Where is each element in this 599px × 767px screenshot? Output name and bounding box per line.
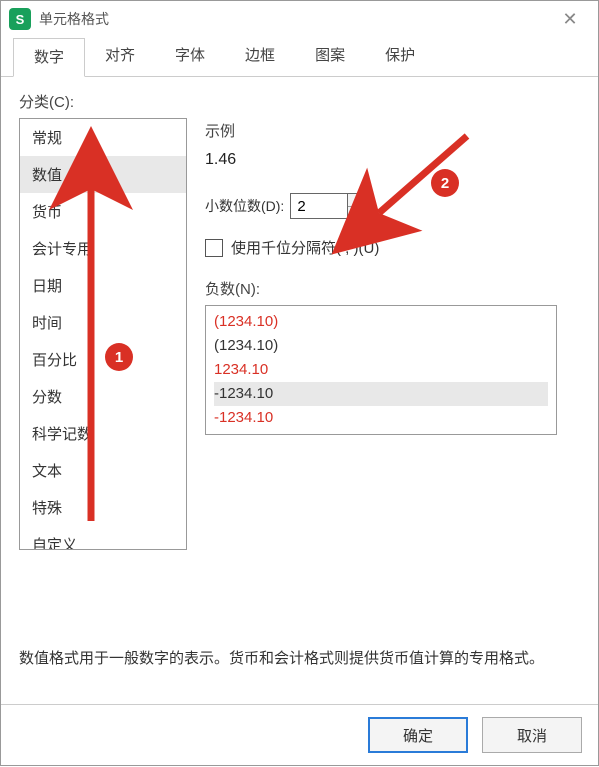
category-list[interactable]: 常规 数值 货币 会计专用 日期 时间 百分比 分数 科学记数 文本 特殊 自定… (19, 118, 187, 550)
tab-font[interactable]: 字体 (155, 37, 225, 76)
category-item-date[interactable]: 日期 (20, 267, 186, 304)
negative-option[interactable]: -1234.10 (214, 406, 548, 430)
negative-label: 负数(N): (205, 278, 580, 299)
category-item-text[interactable]: 文本 (20, 452, 186, 489)
ok-button[interactable]: 确定 (368, 717, 468, 753)
category-item-percent[interactable]: 百分比 (20, 341, 186, 378)
tab-number[interactable]: 数字 (13, 38, 85, 77)
title-bar: S 单元格格式 ✕ (1, 1, 598, 37)
close-icon[interactable]: ✕ (550, 9, 590, 30)
negative-option[interactable]: (1234.10) (214, 310, 548, 334)
tab-pattern[interactable]: 图案 (295, 37, 365, 76)
thousands-separator-label: 使用千位分隔符( , )(U) (231, 237, 379, 258)
dialog-footer: 确定 取消 (1, 704, 598, 765)
category-item-number[interactable]: 数值 (20, 156, 186, 193)
tab-protection[interactable]: 保护 (365, 37, 435, 76)
category-item-scientific[interactable]: 科学记数 (20, 415, 186, 452)
category-item-fraction[interactable]: 分数 (20, 378, 186, 415)
thousands-separator-checkbox[interactable]: 使用千位分隔符( , )(U) (205, 237, 580, 258)
negative-option[interactable]: 1234.10 (214, 358, 548, 382)
category-item-custom[interactable]: 自定义 (20, 526, 186, 550)
dialog-body: 分类(C): 常规 数值 货币 会计专用 日期 时间 百分比 分数 科学记数 文… (1, 77, 598, 693)
cancel-button[interactable]: 取消 (482, 717, 582, 753)
settings-pane: 示例 1.46 小数位数(D): ▲ ▼ 使用千位分隔符( , )(U) 负数(… (205, 118, 580, 550)
tab-bar: 数字 对齐 字体 边框 图案 保护 (1, 37, 598, 77)
category-label: 分类(C): (19, 91, 580, 112)
category-item-time[interactable]: 时间 (20, 304, 186, 341)
app-icon: S (9, 8, 31, 30)
decimal-places-label: 小数位数(D): (205, 196, 284, 216)
spinner-down-icon[interactable]: ▼ (348, 206, 366, 219)
sample-label: 示例 (205, 120, 580, 141)
spinner-up-icon[interactable]: ▲ (348, 194, 366, 206)
window-title: 单元格格式 (39, 9, 550, 29)
checkbox-icon[interactable] (205, 239, 223, 257)
category-item-general[interactable]: 常规 (20, 119, 186, 156)
sample-value: 1.46 (205, 151, 580, 169)
tab-border[interactable]: 边框 (225, 37, 295, 76)
negative-format-list[interactable]: (1234.10) (1234.10) 1234.10 -1234.10 -12… (205, 305, 557, 435)
format-description: 数值格式用于一般数字的表示。货币和会计格式则提供货币值计算的专用格式。 (19, 647, 580, 671)
category-item-special[interactable]: 特殊 (20, 489, 186, 526)
category-item-currency[interactable]: 货币 (20, 193, 186, 230)
negative-option[interactable]: -1234.10 (214, 382, 548, 406)
category-item-accounting[interactable]: 会计专用 (20, 230, 186, 267)
decimal-places-spinner[interactable]: ▲ ▼ (290, 193, 367, 219)
negative-option[interactable]: (1234.10) (214, 334, 548, 358)
decimal-places-input[interactable] (291, 194, 347, 218)
tab-alignment[interactable]: 对齐 (85, 37, 155, 76)
